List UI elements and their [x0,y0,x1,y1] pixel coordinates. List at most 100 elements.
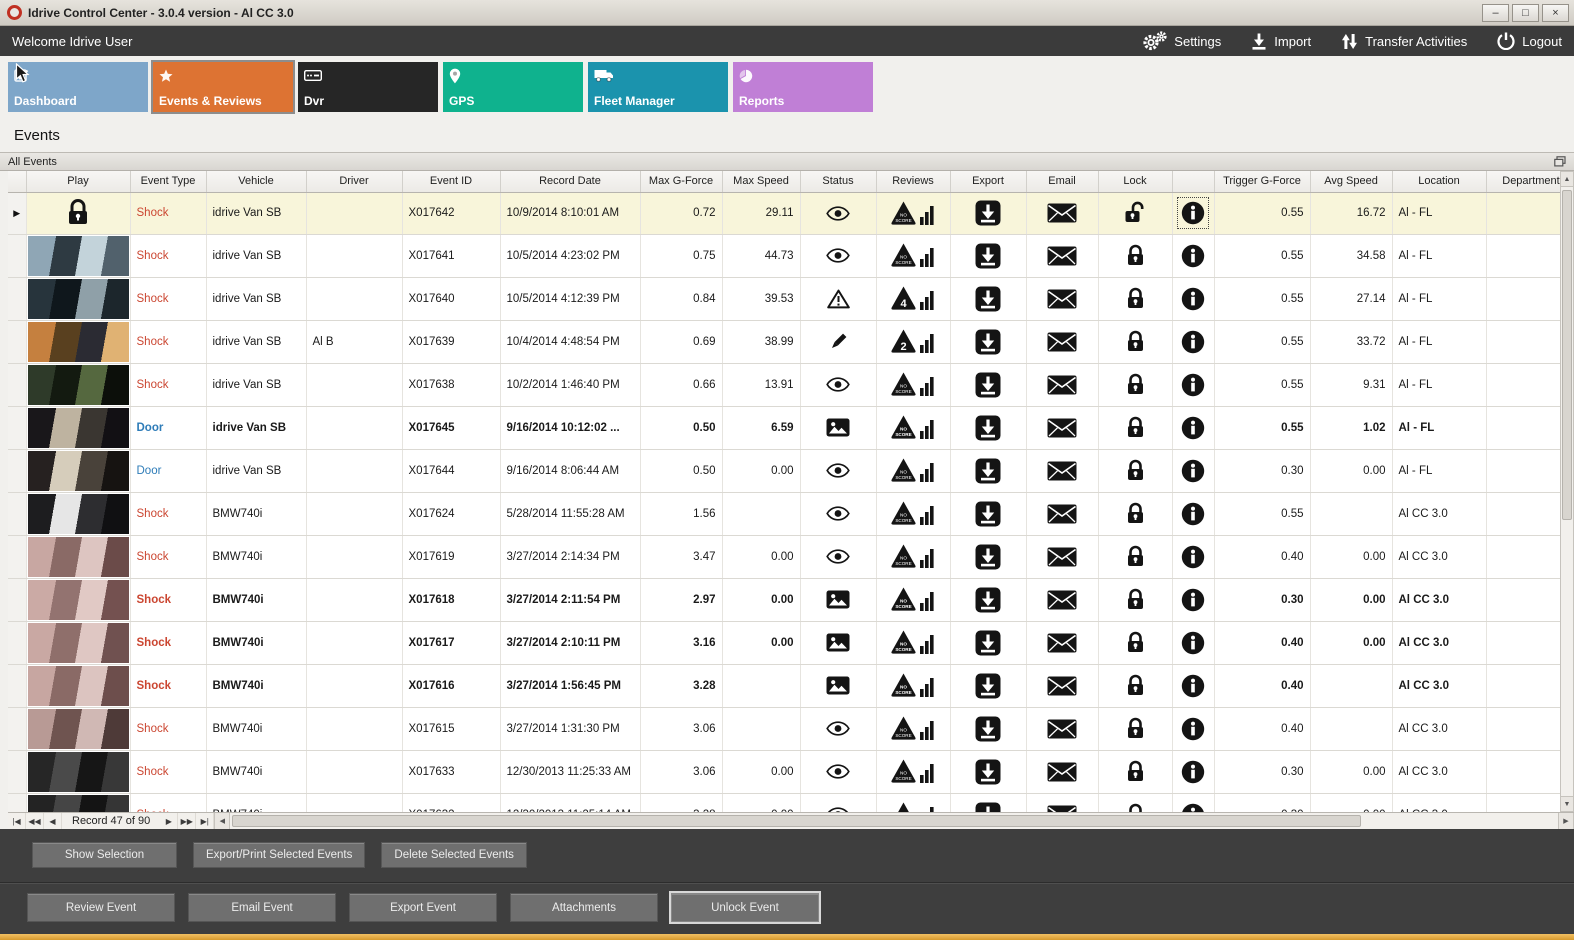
lock-cell[interactable] [1098,277,1173,321]
status-cell[interactable] [800,750,877,794]
email-cell[interactable] [1026,406,1099,450]
play-thumbnail[interactable] [27,407,129,448]
column-header-event-id[interactable]: Event ID [402,171,501,193]
review-event-button[interactable]: Review Event [27,893,175,922]
play-cell[interactable] [26,535,131,579]
float-panel-icon[interactable] [1554,156,1566,167]
play-thumbnail[interactable] [27,622,129,663]
column-header-max-g-force[interactable]: Max G-Force [640,171,723,193]
email-cell[interactable] [1026,363,1099,407]
play-thumbnail[interactable] [27,493,129,534]
lock-cell[interactable] [1098,320,1173,364]
import-button[interactable]: Import [1251,33,1311,50]
status-cell[interactable] [800,192,877,235]
scroll-right-button[interactable]: ▶ [1558,813,1574,829]
horizontal-scrollbar[interactable]: ◀ ▶ [214,813,1574,829]
email-cell[interactable] [1026,750,1099,794]
reviews-cell[interactable]: NOSCORE 2 [876,320,951,364]
next-page-button[interactable]: ▶▶ [178,813,197,829]
column-header-event-type[interactable]: Event Type [130,171,207,193]
reviews-cell[interactable]: NOSCORE [876,707,951,751]
prev-page-button[interactable]: ◀◀ [26,813,44,829]
email-cell[interactable] [1026,664,1099,708]
info-cell[interactable] [1172,192,1215,235]
email-cell[interactable] [1026,621,1099,665]
email-cell[interactable] [1026,492,1099,536]
status-cell[interactable] [800,320,877,364]
table-row[interactable]: ▶ Shock idrive Van SB X017642 10/9/2014 … [8,192,1560,235]
play-cell[interactable] [26,492,131,536]
table-row[interactable]: ▶ Shock BMW740i X017619 3/27/2014 2:14:3… [8,535,1560,579]
export-cell[interactable] [950,192,1027,235]
table-row[interactable]: ▶ Shock BMW740i X017618 3/27/2014 2:11:5… [8,578,1560,622]
export-cell[interactable] [950,578,1027,622]
export-cell[interactable] [950,234,1027,278]
reviews-cell[interactable]: NOSCORE [876,192,951,235]
prev-record-button[interactable]: ◀ [44,813,62,829]
lock-cell[interactable] [1098,793,1173,812]
info-cell[interactable] [1172,492,1215,536]
column-header-row-indicator[interactable] [8,171,27,193]
delete-selected-button[interactable]: Delete Selected Events [381,842,527,868]
info-cell[interactable] [1172,707,1215,751]
export-cell[interactable] [950,363,1027,407]
export-cell[interactable] [950,793,1027,812]
status-cell[interactable] [800,793,877,812]
play-cell[interactable] [26,192,131,235]
email-cell[interactable] [1026,793,1099,812]
info-cell[interactable] [1172,277,1215,321]
status-cell[interactable] [800,621,877,665]
play-thumbnail[interactable] [27,708,129,749]
next-record-button[interactable]: ▶ [160,813,179,829]
reviews-cell[interactable]: NOSCORE [876,449,951,493]
vertical-scroll-thumb[interactable] [1562,190,1572,520]
lock-cell[interactable] [1098,621,1173,665]
play-thumbnail[interactable] [27,579,129,620]
column-header-export[interactable]: Export [950,171,1027,193]
horizontal-scroll-track[interactable] [230,813,1558,829]
play-cell[interactable] [26,363,131,407]
reviews-cell[interactable]: NOSCORE [876,234,951,278]
export-cell[interactable] [950,707,1027,751]
vertical-scroll-track[interactable] [1561,187,1573,796]
info-cell[interactable] [1172,578,1215,622]
lock-cell[interactable] [1098,406,1173,450]
play-cell[interactable] [26,320,131,364]
reviews-cell[interactable]: NOSCORE [876,406,951,450]
play-cell[interactable] [26,277,131,321]
lock-cell[interactable] [1098,664,1173,708]
status-cell[interactable] [800,363,877,407]
reviews-cell[interactable]: NOSCORE [876,578,951,622]
settings-button[interactable]: Settings [1141,31,1221,51]
export-cell[interactable] [950,535,1027,579]
email-cell[interactable] [1026,449,1099,493]
maximize-button[interactable]: □ [1512,3,1539,22]
info-cell[interactable] [1172,621,1215,665]
unlock-event-button[interactable]: Unlock Event [669,891,821,924]
lock-cell[interactable] [1098,234,1173,278]
transfer-activities-button[interactable]: Transfer Activities [1341,33,1467,50]
email-cell[interactable] [1026,192,1099,235]
export-cell[interactable] [950,449,1027,493]
info-cell[interactable] [1172,449,1215,493]
table-row[interactable]: ▶ Shock idrive Van SB X017640 10/5/2014 … [8,277,1560,321]
play-thumbnail[interactable] [27,321,129,362]
column-header-reviews[interactable]: Reviews [876,171,951,193]
play-cell[interactable] [26,406,131,450]
column-header-avg-speed[interactable]: Avg Speed [1310,171,1393,193]
table-row[interactable]: ▶ Shock idrive Van SB Al B X017639 10/4/… [8,320,1560,364]
lock-cell[interactable] [1098,192,1173,235]
export-event-button[interactable]: Export Event [349,893,497,922]
email-cell[interactable] [1026,535,1099,579]
show-selection-button[interactable]: Show Selection [32,842,177,868]
export-cell[interactable] [950,320,1027,364]
lock-cell[interactable] [1098,750,1173,794]
column-header-play[interactable]: Play [26,171,131,193]
reviews-cell[interactable]: NOSCORE [876,535,951,579]
status-cell[interactable] [800,234,877,278]
reviews-cell[interactable]: NOSCORE [876,793,951,812]
email-event-button[interactable]: Email Event [188,893,336,922]
play-cell[interactable] [26,578,131,622]
lock-cell[interactable] [1098,535,1173,579]
play-thumbnail[interactable] [27,665,129,706]
